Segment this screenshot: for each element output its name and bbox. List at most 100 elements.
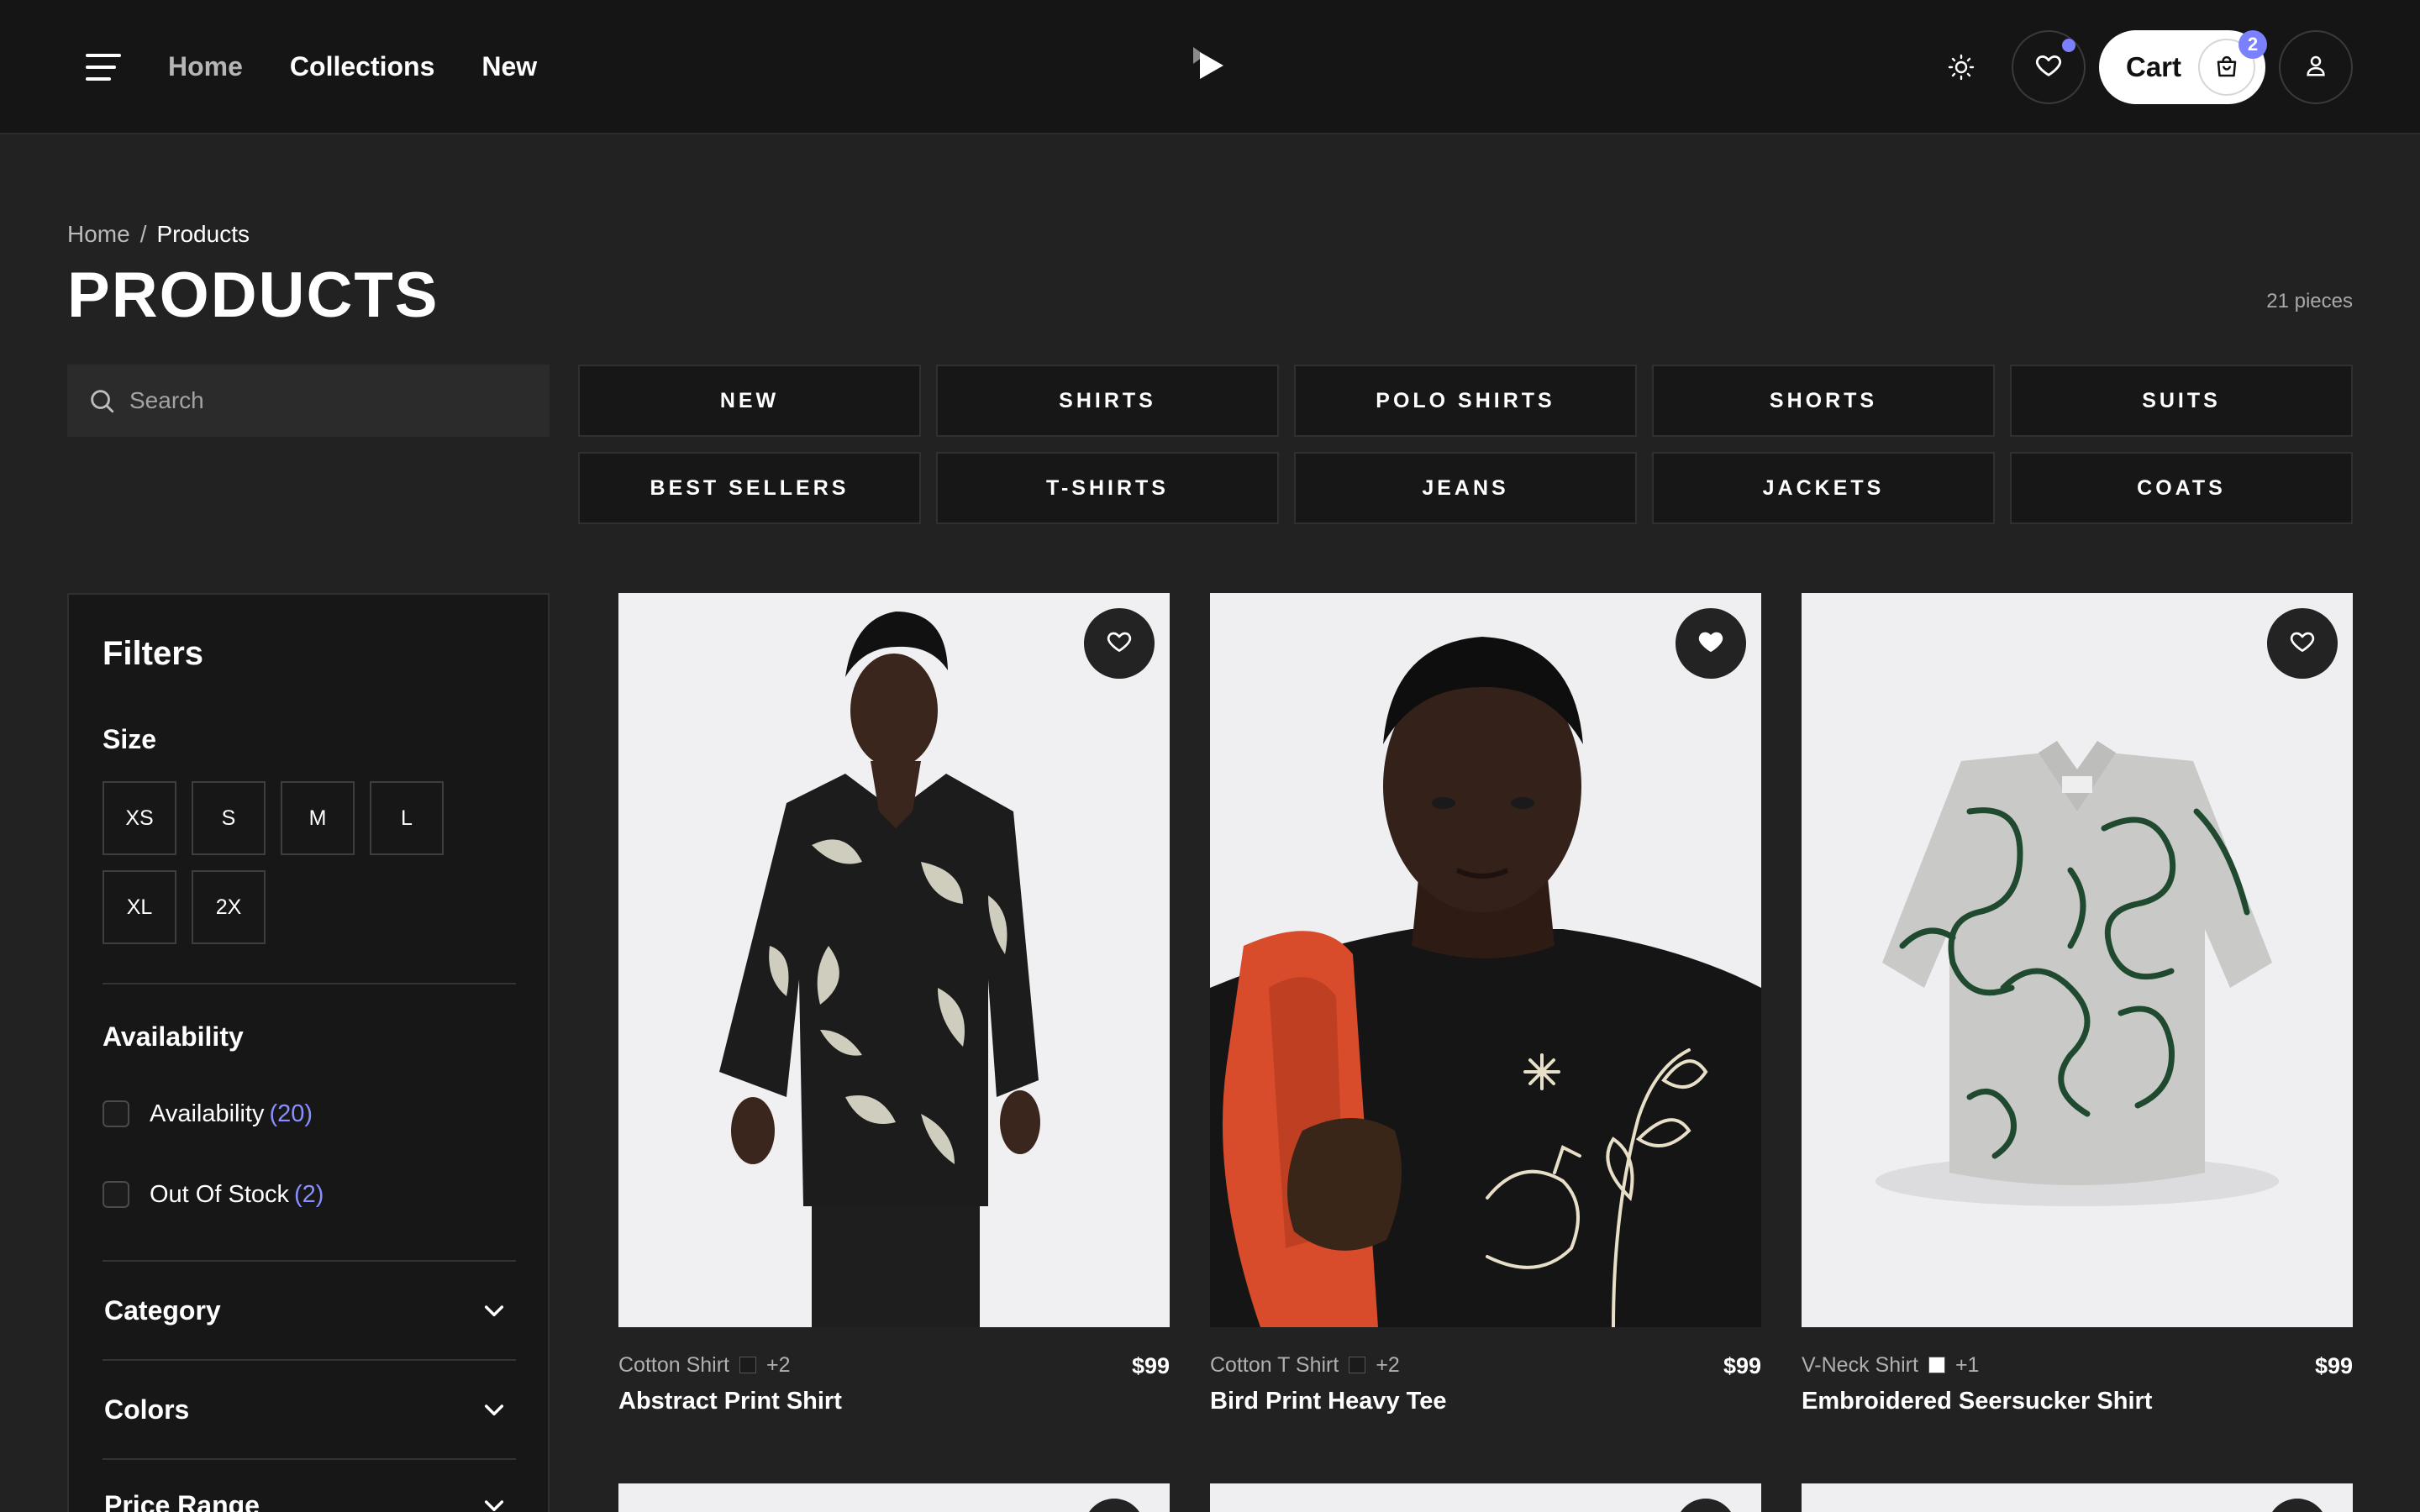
account-button[interactable] [2279,30,2353,104]
product-card-partial[interactable] [1802,1483,2353,1512]
color-swatch[interactable] [1349,1357,1366,1373]
main-nav: Home Collections New [168,45,537,87]
breadcrumb-home[interactable]: Home [67,220,130,249]
in-stock-label: Availability (20) [150,1100,313,1127]
color-swatch[interactable] [739,1357,757,1373]
price-range-accordion[interactable]: Price Range [103,1480,516,1512]
product-card-partial[interactable] [1210,1483,1761,1512]
product-meta: Cotton T Shirt +2 [1210,1352,1400,1378]
notification-dot [2062,39,2075,52]
product-card[interactable]: Cotton T Shirt +2 $99 Bird Print Heavy T… [1210,593,1761,1433]
cart-label: Cart [2126,51,2182,82]
filters-title: Filters [103,635,204,672]
size-option-2x[interactable]: 2X [192,870,266,944]
heart-icon [2289,628,2316,659]
category-suits[interactable]: SUITS [2010,365,2353,437]
search-icon [87,386,116,415]
wishlist-button-partial[interactable] [1084,1499,1144,1512]
product-name[interactable]: Abstract Print Shirt [618,1386,842,1416]
add-to-wishlist-button[interactable] [1676,608,1746,679]
more-colors: +2 [766,1353,791,1377]
size-option-m[interactable]: M [281,781,355,855]
heart-icon [2034,51,2063,84]
sun-icon[interactable] [1941,47,1981,87]
product-price: $99 [1131,1353,1170,1378]
availability-title: Availability [103,1021,244,1052]
size-option-xs[interactable]: XS [103,781,176,855]
chevron-down-icon [481,1297,508,1324]
availability-in-stock-option[interactable]: Availability (20) [103,1099,313,1129]
category-grid: NEW SHIRTS POLO SHIRTS SHORTS SUITS BEST… [578,365,2353,524]
product-type: Cotton T Shirt [1210,1353,1339,1377]
category-shirts[interactable]: SHIRTS [936,365,1279,437]
category-new[interactable]: NEW [578,365,921,437]
size-title: Size [103,724,157,754]
size-options: XS S M L XL 2X [103,781,455,944]
colors-accordion-label: Colors [104,1394,190,1425]
wishlist-button-partial[interactable] [2267,1499,2328,1512]
category-jeans[interactable]: JEANS [1294,452,1637,524]
out-of-stock-label: Out Of Stock (2) [150,1181,324,1208]
out-of-stock-checkbox[interactable] [103,1181,129,1208]
product-image[interactable] [1802,593,2353,1327]
breadcrumb-separator: / [139,221,147,247]
chevron-down-icon [481,1396,508,1423]
product-card[interactable]: V-Neck Shirt +1 $99 Embroidered Seersuck… [1802,593,2353,1433]
product-price: $99 [1723,1353,1761,1378]
category-accordion[interactable]: Category [103,1285,516,1336]
cart-count-badge: 2 [2238,30,2267,59]
search-input[interactable] [129,365,533,437]
product-image[interactable] [618,593,1170,1327]
product-type: Cotton Shirt [618,1353,730,1377]
add-to-wishlist-button[interactable] [1084,608,1155,679]
product-card[interactable]: Cotton Shirt +2 $99 Abstract Print Shirt [618,593,1170,1433]
add-to-wishlist-button[interactable] [2267,608,2338,679]
color-swatch[interactable] [1928,1357,1945,1373]
page-title: PRODUCTS [67,260,439,331]
user-icon [2303,53,2328,82]
category-best-sellers[interactable]: BEST SELLERS [578,452,921,524]
more-colors: +2 [1376,1353,1400,1377]
product-type: V-Neck Shirt [1802,1353,1918,1377]
divider [103,1359,516,1361]
wishlist-button-partial[interactable] [1676,1499,1736,1512]
nav-home-link[interactable]: Home [168,45,243,87]
more-colors: +1 [1954,1353,1980,1377]
heart-icon [1106,628,1133,659]
out-of-stock-count: (2) [294,1181,324,1208]
colors-accordion[interactable]: Colors [103,1384,516,1435]
divider [103,1458,516,1460]
menu-icon[interactable] [86,54,123,82]
top-navigation-bar: Home Collections New Cart 2 [0,0,2420,134]
size-option-l[interactable]: L [370,781,444,855]
nav-collections-link[interactable]: Collections [290,45,434,87]
product-name[interactable]: Embroidered Seersucker Shirt [1802,1386,2152,1416]
divider [103,1260,516,1262]
play-logo-icon[interactable] [1190,47,1227,84]
availability-out-of-stock-option[interactable]: Out Of Stock (2) [103,1179,324,1210]
product-meta: Cotton Shirt +2 [618,1352,791,1378]
product-card-partial[interactable] [618,1483,1170,1512]
product-price: $99 [2314,1353,2353,1378]
in-stock-count: (20) [269,1100,313,1127]
product-image[interactable] [1210,593,1761,1327]
cart-button[interactable]: Cart 2 [2099,30,2267,104]
product-name[interactable]: Bird Print Heavy Tee [1210,1386,1447,1416]
heart-filled-icon [1697,628,1724,659]
in-stock-checkbox[interactable] [103,1100,129,1127]
category-shorts[interactable]: SHORTS [1652,365,1995,437]
search-box[interactable] [67,365,550,437]
category-polo-shirts[interactable]: POLO SHIRTS [1294,365,1637,437]
category-t-shirts[interactable]: T-SHIRTS [936,452,1279,524]
size-option-xl[interactable]: XL [103,870,176,944]
nav-new-link[interactable]: New [481,45,537,87]
size-option-s[interactable]: S [192,781,266,855]
chevron-down-icon [481,1492,508,1512]
breadcrumb: Home / Products [67,220,250,249]
category-accordion-label: Category [104,1295,221,1326]
wishlist-button[interactable] [2012,30,2086,104]
filters-panel: Filters Size XS S M L XL 2X Availability… [67,593,550,1512]
product-meta: V-Neck Shirt +1 [1802,1352,1979,1378]
category-jackets[interactable]: JACKETS [1652,452,1995,524]
category-coats[interactable]: COATS [2010,452,2353,524]
